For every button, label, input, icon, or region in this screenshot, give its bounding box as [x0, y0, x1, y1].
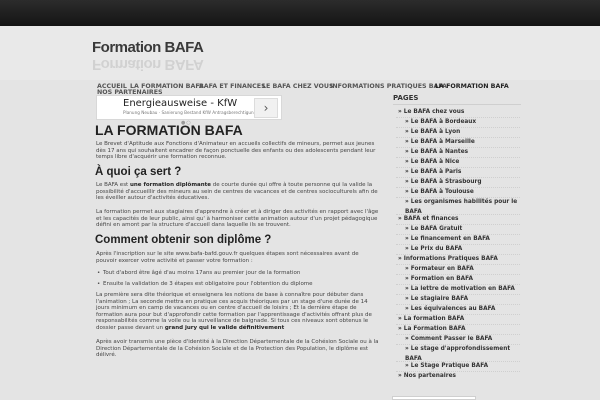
sidebar-separator — [396, 197, 520, 198]
sidebar-item[interactable]: » La lettre de motivation en BAFA — [405, 286, 515, 293]
sidebar-separator — [396, 324, 520, 325]
nav-item-bafa-chez-vous[interactable]: LE BAFA CHEZ VOUS — [262, 83, 334, 90]
ad-title[interactable]: Energieausweise - KfW — [123, 98, 237, 109]
sidebar-item[interactable]: » La formation BAFA — [398, 316, 464, 323]
ad-subtitle: Planung Neubau · Sanierung Bestand KfW A… — [123, 110, 271, 115]
sidebar-item[interactable]: » Le BAFA à Nice — [405, 159, 459, 166]
heading-diplome: Comment obtenir son diplôme ? — [95, 234, 272, 246]
sidebar-separator — [396, 127, 520, 128]
page-title: LA FORMATION BAFA — [95, 122, 243, 138]
sidebar-item[interactable]: » BAFA et finances — [398, 216, 458, 223]
sidebar-heading: PAGES — [393, 94, 521, 105]
sidebar-separator — [396, 147, 520, 148]
sidebar-separator — [396, 157, 520, 158]
sidebar-item[interactable]: » Le BAFA chez vous — [398, 109, 464, 116]
sidebar-separator — [396, 274, 520, 275]
sidebar-separator — [396, 137, 520, 138]
sidebar-item[interactable]: » Le BAFA à Lyon — [405, 129, 460, 136]
sidebar-separator — [396, 214, 520, 215]
sidebar-ad — [392, 396, 476, 400]
sidebar-item[interactable]: » Les équivalences au BAFA — [405, 306, 495, 313]
sidebar-item[interactable]: » Comment Passer le BAFA — [405, 336, 492, 343]
heading-usage: À quoi ça sert ? — [95, 166, 182, 178]
sidebar-separator — [396, 224, 520, 225]
sidebar-separator — [396, 254, 520, 255]
sidebar-item[interactable]: » Formateur en BAFA — [405, 266, 474, 273]
sidebar-item[interactable]: » Le Prix du BAFA — [405, 246, 462, 253]
sidebar-item[interactable]: » Le financement en BAFA — [405, 236, 490, 243]
sidebar-separator — [396, 334, 520, 335]
sidebar-item[interactable]: » Les organismes habilités pour le — [405, 199, 517, 206]
nav-item-la-formation-bafa[interactable]: LA FORMATION BAFA — [435, 83, 509, 90]
sidebar-separator — [396, 177, 520, 178]
top-bar — [0, 0, 600, 26]
diplome-paragraph-3: Après avoir transmis une pièce d'identit… — [96, 339, 379, 358]
list-item: Tout d'abord être âgé d'au moins 17ans a… — [97, 270, 300, 276]
sidebar-item[interactable]: » Le BAFA à Paris — [405, 169, 461, 176]
sidebar-separator — [396, 284, 520, 285]
sidebar-item[interactable]: » Le stagiaire BAFA — [405, 296, 468, 303]
sidebar-item[interactable]: » La Formation BAFA — [398, 326, 465, 333]
intro-paragraph: Le Brevet d'Aptitude aux Fonctions d'Ani… — [96, 141, 376, 160]
sidebar-item[interactable]: » Nos partenaires — [398, 373, 456, 380]
sidebar-item[interactable]: » Le BAFA à Nantes — [405, 149, 468, 156]
list-item: Ensuite la validation de 3 étapes est ob… — [97, 281, 313, 287]
site-header: Formation BAFA Formation BAFA — [0, 26, 600, 80]
sidebar-separator — [396, 234, 520, 235]
sidebar-item[interactable]: » Le BAFA à Marseille — [405, 139, 475, 146]
sidebar-separator — [396, 304, 520, 305]
sidebar-separator — [396, 167, 520, 168]
site-logo-reflection: Formation BAFA — [92, 56, 204, 73]
nav-item-informations-pratiques[interactable]: INFORMATIONS PRATIQUES BAFA — [330, 83, 447, 90]
sidebar-item[interactable]: » Formation en BAFA — [405, 276, 473, 283]
diplome-paragraph-1: Après l'inscription sur le site www.bafa… — [96, 251, 359, 264]
site-logo[interactable]: Formation BAFA — [92, 39, 204, 56]
sidebar-item[interactable]: » Le BAFA à Bordeaux — [405, 119, 476, 126]
sidebar-separator — [396, 187, 520, 188]
sidebar-item[interactable]: » Le BAFA Gratuit — [405, 226, 462, 233]
sidebar-separator — [396, 371, 520, 372]
sidebar-separator — [396, 314, 520, 315]
sidebar-separator — [396, 294, 520, 295]
sidebar-separator — [396, 361, 520, 362]
sidebar-item[interactable]: » Le stage d'approfondissement — [405, 346, 510, 353]
sidebar-separator — [396, 264, 520, 265]
diplome-paragraph-2: La première sera dite théorique et ensei… — [96, 292, 372, 331]
sidebar-separator — [396, 117, 520, 118]
sidebar-separator — [396, 244, 520, 245]
ad-arrow-button[interactable]: › — [254, 98, 278, 118]
sidebar-item[interactable]: » Informations Pratiques BAFA — [398, 256, 498, 263]
usage-paragraph-1: Le BAFA est une formation diplômante de … — [96, 182, 378, 201]
sidebar-item[interactable]: » Le BAFA à Strasbourg — [405, 179, 481, 186]
sidebar-item[interactable]: » Le Stage Pratique BAFA — [405, 363, 488, 370]
sidebar-item[interactable]: » Le BAFA à Toulouse — [405, 189, 474, 196]
usage-paragraph-2: La formation permet aux stagiaires d'app… — [96, 209, 379, 228]
sidebar-separator — [396, 344, 520, 345]
nav-item-bafa-finances[interactable]: BAFA ET FINANCES — [199, 83, 266, 90]
